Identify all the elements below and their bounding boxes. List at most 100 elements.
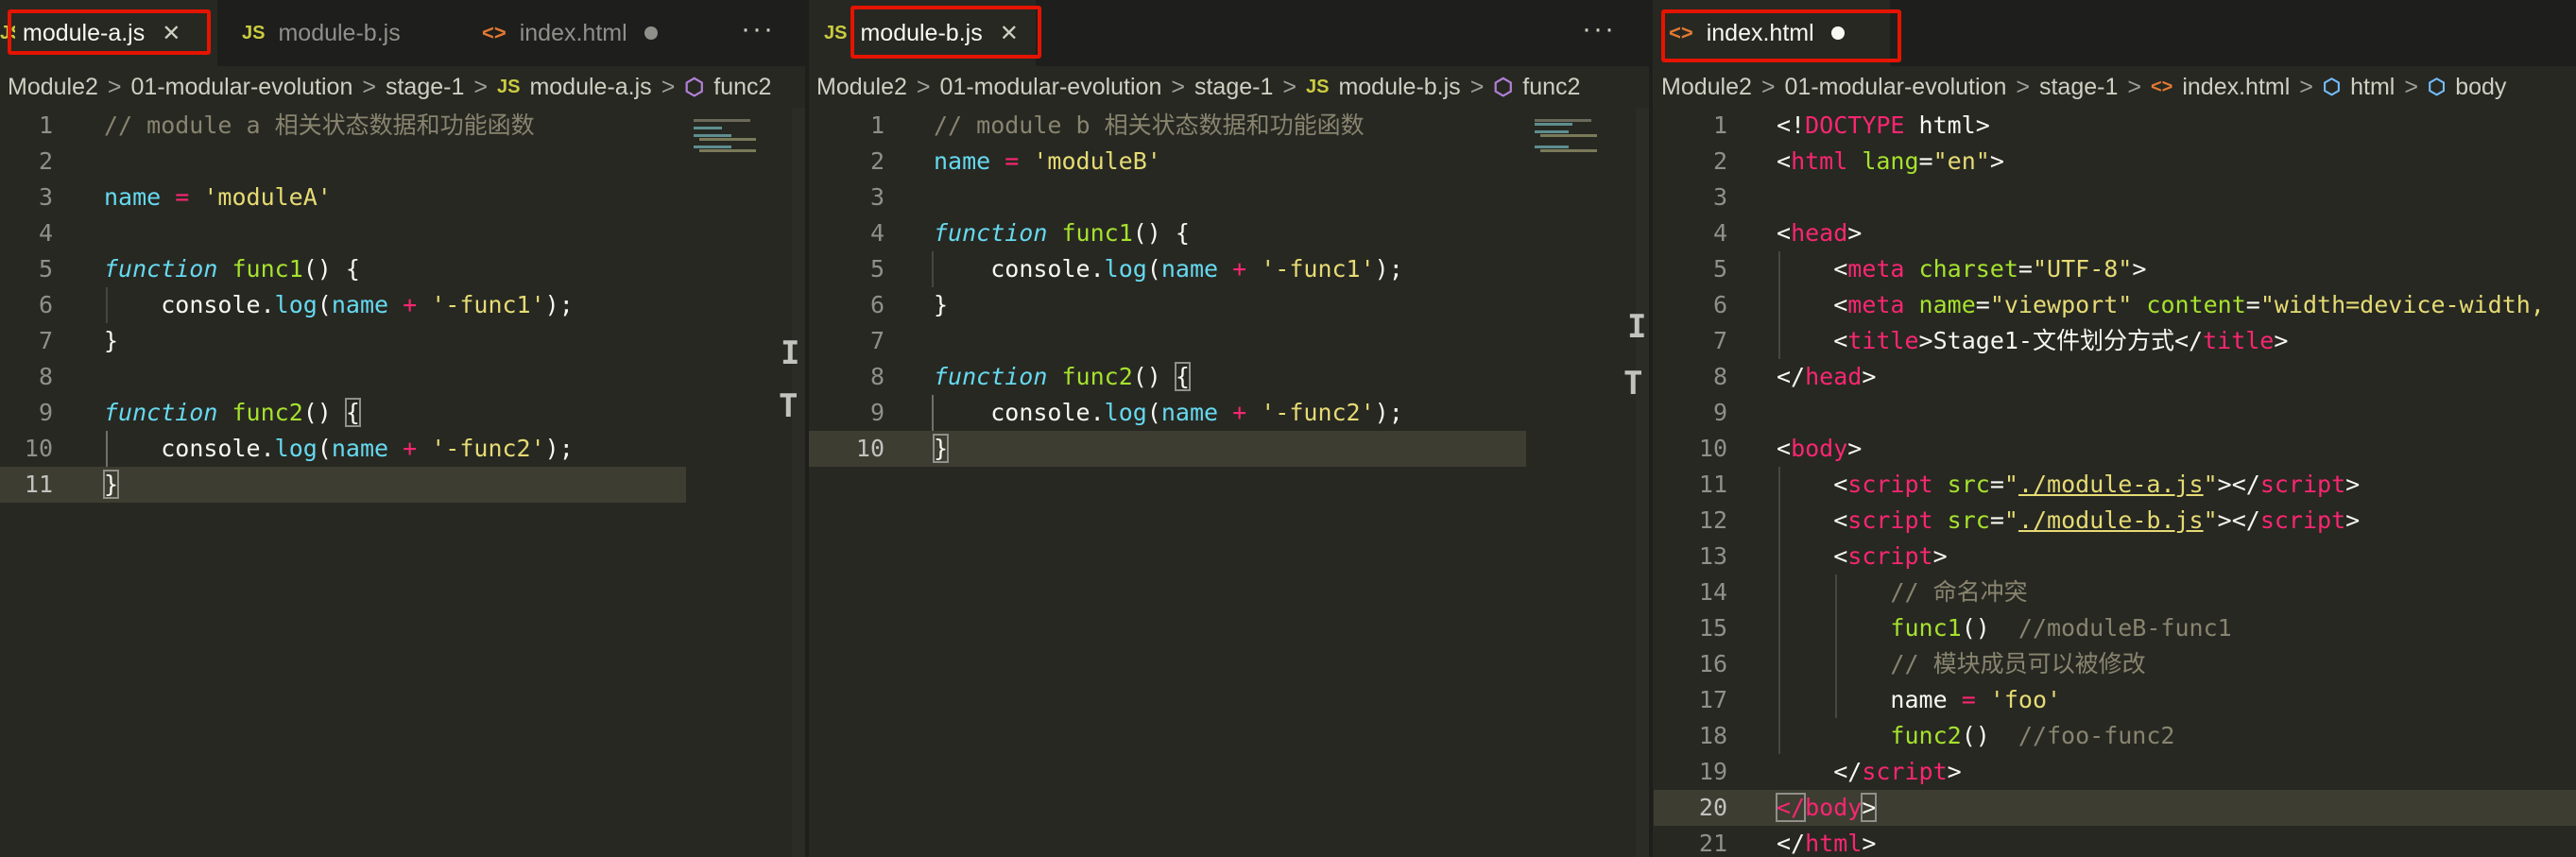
breadcrumb-item[interactable]: func2 — [713, 74, 771, 101]
identifier: name — [1160, 399, 1219, 426]
function-name: func2 — [1061, 363, 1133, 390]
file-link[interactable]: ./module-a.js — [2018, 471, 2204, 498]
method-name: log — [274, 291, 318, 318]
tag-name: script — [1847, 471, 1933, 498]
line-number: 1 — [38, 111, 53, 139]
code-line: 10 <body> — [1654, 431, 2576, 467]
code-line: 1 // module a 相关状态数据和功能函数 — [0, 108, 805, 144]
code-line: 6 <meta name="viewport" content="width=d… — [1654, 287, 2576, 323]
code-line: 7 <title>Stage1-文件划分方式</title> — [1654, 323, 2576, 359]
line-number: 13 — [1698, 542, 1727, 570]
tab-index-html[interactable]: <> index.html — [467, 0, 694, 66]
breadcrumb-item[interactable]: 01-modular-evolution — [131, 74, 353, 101]
line-number: 4 — [38, 219, 53, 247]
punctuation: () — [1961, 722, 1990, 749]
string: "UTF-8" — [2032, 255, 2133, 283]
tab-module-b[interactable]: JS module-b.js — [227, 0, 454, 66]
operator: = — [990, 147, 1034, 175]
breadcrumb-item[interactable]: 01-modular-evolution — [940, 74, 1162, 101]
chevron-right-icon: > — [1469, 73, 1485, 100]
chevron-right-icon: > — [2016, 73, 2030, 100]
line-number: 3 — [869, 183, 884, 211]
operator: = — [1947, 686, 1990, 713]
punctuation: < — [1833, 542, 1848, 570]
breadcrumb-item[interactable]: stage-1 — [1194, 74, 1273, 101]
code-line: 5 <meta charset="UTF-8"> — [1654, 251, 2576, 287]
code-line: 4 <head> — [1654, 215, 2576, 251]
operator: = — [161, 183, 204, 211]
string: 'moduleA' — [203, 183, 332, 211]
breadcrumb-item[interactable]: stage-1 — [386, 74, 464, 101]
minimap[interactable] — [694, 119, 779, 157]
tag-name: html — [1805, 830, 1863, 857]
attribute: charset — [1904, 255, 2018, 283]
tag-name: meta — [1847, 291, 1905, 318]
keyword: function — [934, 219, 1048, 247]
breadcrumb-item[interactable]: index.html — [2182, 74, 2290, 101]
scrollbar[interactable] — [792, 108, 805, 857]
tag-name: body — [1791, 435, 1848, 462]
attribute: src — [1932, 471, 1990, 498]
code-line: 8 — [0, 359, 805, 395]
code-line: 15 func1() //moduleB-func1 — [1654, 610, 2576, 646]
string: " — [2203, 471, 2218, 498]
punctuation: > — [1918, 327, 1933, 354]
line-number: 14 — [1698, 578, 1727, 606]
code-line: 2 <html lang="en"> — [1654, 144, 2576, 180]
comment: // module b 相关状态数据和功能函数 — [934, 111, 1365, 139]
punctuation: > — [1862, 830, 1877, 857]
chevron-right-icon: > — [1282, 73, 1297, 100]
editor-group-3: < > index.html Module2 > 01-modular-evolu… — [1654, 0, 2576, 857]
scrollbar[interactable] — [1636, 108, 1649, 857]
code-line: 8 function func2() { — [809, 359, 1649, 395]
punctuation: = — [1989, 506, 2004, 534]
line-number: 8 — [869, 363, 884, 390]
punctuation: > — [2132, 255, 2147, 283]
tag-name: meta — [1847, 255, 1905, 283]
breadcrumb-item[interactable]: 01-modular-evolution — [1785, 74, 2007, 101]
code-line: 4 function func1() { — [809, 215, 1649, 251]
breadcrumb-item[interactable]: stage-1 — [2039, 74, 2118, 101]
punctuation: = — [2018, 255, 2033, 283]
code-editor[interactable]: 1 // module a 相关状态数据和功能函数 2 3 name = 'modu… — [0, 108, 805, 857]
punctuation: ( — [317, 435, 332, 462]
breadcrumb-item[interactable]: Module2 — [8, 74, 98, 101]
code-line: 17 name = 'foo' — [1654, 682, 2576, 718]
more-actions-icon[interactable]: ··· — [1582, 13, 1616, 45]
minimap[interactable] — [1535, 119, 1620, 157]
operator: + — [1218, 399, 1262, 426]
breadcrumb-item[interactable]: Module2 — [1661, 74, 1752, 101]
matched-bracket: </ — [1775, 793, 1807, 822]
breadcrumb-item[interactable]: module-b.js — [1338, 74, 1460, 101]
unsaved-dot-icon[interactable] — [644, 26, 658, 40]
identifier: name — [331, 291, 389, 318]
breadcrumb-item[interactable]: body — [2455, 74, 2506, 101]
line-number: 2 — [38, 147, 53, 175]
breadcrumb-item[interactable]: html — [2350, 74, 2395, 101]
function-name: func2 — [1890, 722, 1962, 749]
punctuation: } — [104, 327, 119, 354]
operator: + — [1218, 255, 1262, 283]
breadcrumb-item[interactable]: module-a.js — [529, 74, 651, 101]
method-name: log — [1104, 255, 1147, 283]
file-link[interactable]: ./module-b.js — [2018, 506, 2204, 534]
breadcrumb-item[interactable]: func2 — [1522, 74, 1580, 101]
code-line: 9 function func2() { — [0, 395, 805, 431]
code-editor[interactable]: 1 // module b 相关状态数据和功能函数 2 name = 'module… — [809, 108, 1649, 857]
line-number: 3 — [1712, 183, 1727, 211]
code-editor[interactable]: 1 <!DOCTYPE html> 2 <html lang="en"> 3 4 <h… — [1654, 108, 2576, 857]
punctuation: < — [1833, 255, 1848, 283]
html-file-icon: <> — [482, 21, 507, 44]
js-file-icon: JS — [1305, 76, 1330, 97]
code-line: 9 console.log(name + '-func2'); — [809, 395, 1649, 431]
punctuation: ( — [1146, 255, 1161, 283]
breadcrumb-item[interactable]: Module2 — [816, 74, 907, 101]
editor-group-1: JS module-a.js ✕ JS module-b.js <> index… — [0, 0, 805, 857]
punctuation: . — [1090, 255, 1105, 283]
editor-group-2: JS module-b.js ✕ ··· Module2 > 01-modula… — [809, 0, 1649, 857]
doctype: DOCTYPE — [1805, 111, 1905, 139]
more-actions-icon[interactable]: ··· — [741, 13, 775, 45]
line-number: 15 — [1698, 614, 1727, 642]
string: "width=device-width, — [2259, 291, 2545, 318]
pane-divider[interactable] — [1649, 0, 1653, 857]
